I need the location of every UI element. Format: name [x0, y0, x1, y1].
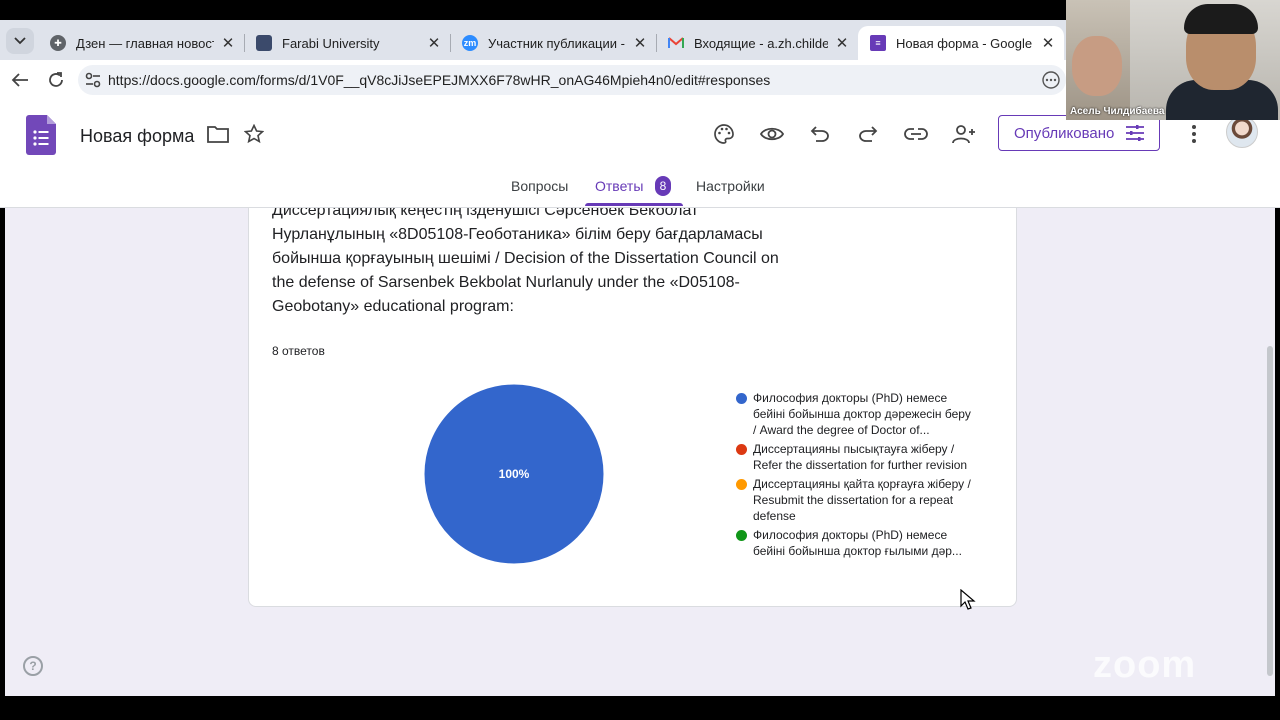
- participant-face: [1072, 36, 1122, 96]
- more-options-button[interactable]: [1180, 120, 1208, 148]
- legend-item: Диссертацияны пысықтауға жіберу / Refer …: [736, 441, 976, 473]
- chart-legend: Философия докторы (PhD) немесе бейіні бо…: [736, 390, 976, 562]
- browser-toolbar: https://docs.google.com/forms/d/1V0F__qV…: [0, 60, 1066, 100]
- preview-button[interactable]: [758, 120, 786, 148]
- more-vertical-icon: [1192, 125, 1196, 143]
- legend-label: Диссертацияны қайта қорғауға жіберу / Re…: [753, 477, 971, 523]
- pie-chart: 100%: [423, 383, 605, 565]
- legend-dot: [736, 393, 747, 404]
- address-bar[interactable]: https://docs.google.com/forms/d/1V0F__qV…: [78, 65, 1066, 95]
- help-icon[interactable]: ?: [23, 656, 43, 676]
- browser-tab-gmail[interactable]: Входящие - a.zh.childebaev ✕: [656, 26, 858, 60]
- close-tab-icon[interactable]: ✕: [834, 34, 850, 52]
- url-text: https://docs.google.com/forms/d/1V0F__qV…: [108, 72, 771, 88]
- account-avatar[interactable]: [1226, 116, 1258, 148]
- star-button[interactable]: [240, 120, 268, 148]
- reload-icon: [49, 72, 63, 87]
- person-add-icon: [952, 125, 975, 144]
- browser-tab-bar: ✚ Дзен — главная новостна ✕ Farabi Unive…: [0, 20, 1066, 60]
- legend-label: Философия докторы (PhD) немесе бейіні бо…: [753, 391, 971, 437]
- zoom-favicon-icon: zm: [462, 35, 478, 51]
- gmail-favicon-icon: [668, 35, 684, 51]
- legend-item: Философия докторы (PhD) немесе бейіні бо…: [736, 527, 976, 559]
- move-to-folder-button[interactable]: [204, 120, 232, 148]
- browser-tab-farabi[interactable]: Farabi University ✕: [244, 26, 450, 60]
- participant-name: Асель Чилдибаева: [1070, 106, 1165, 117]
- responses-count-badge: 8: [655, 176, 671, 196]
- question-summary-card: Диссертациялық кеңестің ізденушісі Сәрсе…: [248, 208, 1017, 607]
- arrow-left-icon: [11, 73, 28, 87]
- add-collaborator-button[interactable]: [950, 120, 978, 148]
- close-tab-icon[interactable]: ✕: [632, 34, 648, 52]
- tab-search-button[interactable]: [6, 28, 34, 54]
- star-icon: [244, 124, 264, 144]
- participant-hair: [1184, 4, 1258, 34]
- mouse-cursor-icon: [960, 589, 976, 610]
- legend-item: Философия докторы (PhD) немесе бейіні бо…: [736, 390, 976, 438]
- tab-questions[interactable]: Вопросы: [511, 178, 568, 194]
- published-button[interactable]: Опубликовано: [998, 115, 1160, 151]
- more-horizontal-icon[interactable]: [1042, 71, 1060, 89]
- responses-content: Диссертациялық кеңестің ізденушісі Сәрсе…: [5, 208, 1275, 696]
- close-tab-icon[interactable]: ✕: [220, 34, 236, 52]
- back-button[interactable]: [8, 68, 32, 92]
- site-info-icon[interactable]: [84, 71, 102, 89]
- browser-tab-zoom[interactable]: zm Участник публикации - Zoo ✕: [450, 26, 656, 60]
- legend-item: Диссертацияны қайта қорғауға жіберу / Re…: [736, 476, 976, 524]
- copy-link-button[interactable]: [902, 120, 930, 148]
- scrollbar[interactable]: [1267, 346, 1273, 676]
- tune-icon: [1126, 125, 1144, 141]
- google-forms-logo-icon[interactable]: [26, 115, 56, 155]
- redo-button[interactable]: [854, 120, 882, 148]
- customize-theme-button[interactable]: [710, 120, 738, 148]
- form-title[interactable]: Новая форма: [80, 126, 194, 147]
- pie-slice-label: 100%: [499, 467, 530, 481]
- tab-responses[interactable]: Ответы: [595, 178, 643, 194]
- close-tab-icon[interactable]: ✕: [426, 34, 442, 52]
- tab-settings[interactable]: Настройки: [696, 178, 765, 194]
- link-icon: [904, 128, 928, 140]
- legend-label: Диссертацияны пысықтауға жіберу / Refer …: [753, 442, 968, 472]
- published-label: Опубликовано: [1014, 124, 1115, 142]
- reload-button[interactable]: [44, 68, 68, 92]
- question-text: Диссертациялық кеңестің ізденушісі Сәрсе…: [272, 208, 779, 315]
- bottom-black-strip: [0, 696, 1280, 720]
- eye-icon: [760, 127, 784, 141]
- folder-icon: [207, 126, 229, 143]
- close-tab-icon[interactable]: ✕: [1040, 34, 1056, 52]
- browser-tab-dzen[interactable]: ✚ Дзен — главная новостна ✕: [38, 26, 244, 60]
- undo-icon: [810, 126, 829, 142]
- legend-dot: [736, 444, 747, 455]
- shield-favicon-icon: [256, 35, 272, 51]
- forms-favicon-icon: ≡: [870, 35, 886, 51]
- legend-dot: [736, 479, 747, 490]
- redo-icon: [859, 126, 878, 142]
- undo-button[interactable]: [806, 120, 834, 148]
- dzen-favicon-icon: ✚: [50, 35, 66, 51]
- zoom-video-thumbnail[interactable]: Асель Чилдибаева: [1066, 0, 1280, 120]
- legend-label: Философия докторы (PhD) немесе бейіні бо…: [753, 528, 962, 558]
- zoom-watermark: zoom: [1093, 644, 1197, 686]
- palette-icon: [714, 124, 734, 144]
- legend-dot: [736, 530, 747, 541]
- active-tab-indicator: [585, 203, 683, 206]
- chevron-down-icon: [14, 37, 26, 45]
- browser-tab-google-forms[interactable]: ≡ Новая форма - Google Фор ✕: [858, 26, 1064, 60]
- answers-count: 8 ответов: [272, 344, 325, 358]
